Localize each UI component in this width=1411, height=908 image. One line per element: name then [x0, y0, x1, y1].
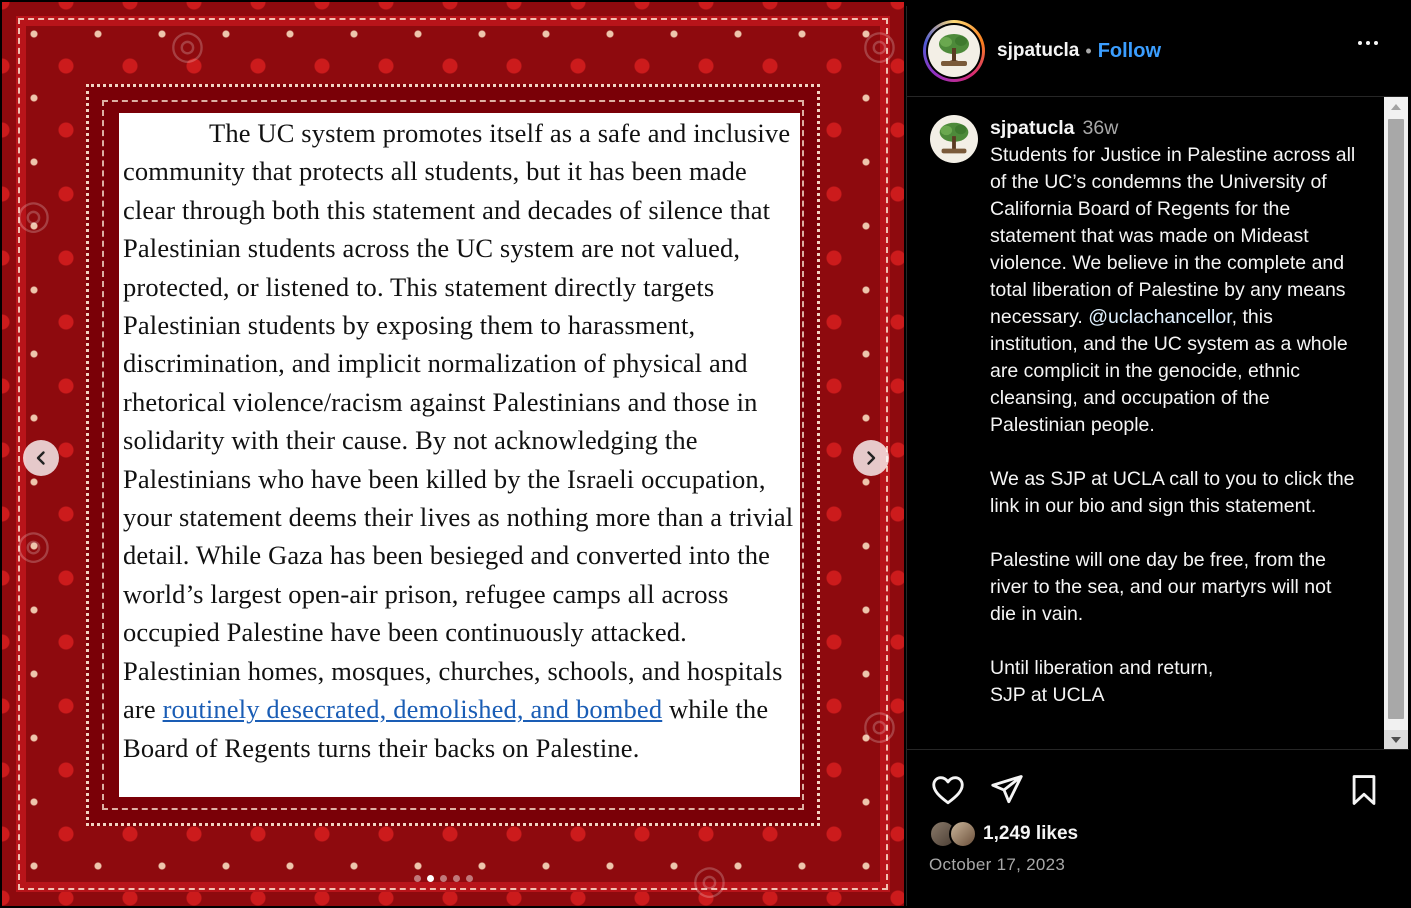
caption-paragraph-3: Palestine will one day be free, from the… — [990, 549, 1332, 625]
statement-link: routinely desecrated, demolished, and bo… — [162, 694, 663, 725]
liker-avatars — [929, 820, 977, 848]
post-actions — [929, 772, 1389, 812]
caption: sjpatucla 36w Students for Justice in Pal… — [930, 115, 1362, 709]
likes-row[interactable]: 1,249 likes — [929, 820, 1078, 848]
bookmark-icon — [1352, 775, 1376, 805]
caption-scroll-area[interactable]: sjpatucla 36w Students for Justice in Pal… — [907, 97, 1409, 750]
post-age[interactable]: 36w — [1083, 117, 1119, 139]
chevron-left-icon — [36, 451, 45, 465]
watermark-icon: ◎ — [16, 522, 51, 568]
post-header: sjpatucla • Follow — [907, 6, 1408, 97]
carousel-dot — [466, 875, 473, 882]
likes-count[interactable]: 1,249 likes — [983, 823, 1078, 845]
caption-signoff-2: SJP at UCLA — [990, 684, 1105, 706]
share-button[interactable] — [989, 772, 1025, 813]
statement-image-text: The UC system promotes itself as a safe … — [119, 113, 800, 797]
watermark-icon: ◎ — [692, 857, 727, 903]
scroll-down-arrow-icon[interactable] — [1384, 730, 1408, 749]
scroll-up-arrow-icon[interactable] — [1384, 97, 1408, 117]
heart-icon — [932, 776, 964, 805]
caption-scrollbar[interactable] — [1384, 97, 1408, 749]
carousel-dot — [414, 875, 421, 882]
tree-logo-icon — [939, 34, 969, 66]
tree-logo-icon — [939, 122, 969, 154]
like-button[interactable] — [929, 772, 967, 813]
more-options-button[interactable] — [1358, 41, 1378, 45]
separator-dot: • — [1085, 40, 1092, 61]
statement-paragraph-1: The UC system promotes itself as a safe … — [123, 118, 794, 725]
avatar — [949, 820, 977, 848]
caption-username[interactable]: sjpatucla — [990, 117, 1075, 139]
watermark-icon: ◎ — [16, 192, 51, 238]
more-horizontal-icon — [1374, 41, 1378, 45]
carousel-prev-button[interactable] — [23, 440, 59, 476]
mention-link[interactable]: @uclachancellor — [1088, 306, 1231, 328]
post-username[interactable]: sjpatucla — [997, 40, 1079, 62]
follow-button[interactable]: Follow — [1098, 40, 1161, 63]
more-horizontal-icon — [1366, 41, 1370, 45]
watermark-icon: ◎ — [170, 22, 205, 68]
caption-text-1: Students for Justice in Palestine across… — [990, 144, 1356, 328]
caption-avatar[interactable] — [930, 115, 978, 163]
caption-signoff-1: Until liberation and return, — [990, 657, 1214, 679]
carousel-dot — [453, 875, 460, 882]
post-details-panel: sjpatucla • Follow sjpatucla 36w Students… — [906, 6, 1409, 906]
post-media-carousel[interactable]: ◎ ◎ ◎ ◎ ◎ ◎ The UC system promotes itsel… — [2, 2, 904, 906]
carousel-next-button[interactable] — [853, 440, 889, 476]
scrollbar-thumb[interactable] — [1388, 119, 1404, 719]
more-horizontal-icon — [1358, 41, 1362, 45]
caption-paragraph-2: We as SJP at UCLA call to you to click t… — [990, 468, 1355, 517]
post-date[interactable]: October 17, 2023 — [929, 855, 1065, 875]
story-ring[interactable] — [923, 20, 985, 82]
save-button[interactable] — [1347, 772, 1381, 813]
carousel-dot — [440, 875, 447, 882]
watermark-icon: ◎ — [862, 22, 897, 68]
carousel-dot-active — [427, 875, 434, 882]
carousel-dots — [414, 875, 473, 882]
caption-body: sjpatucla 36w Students for Justice in Pal… — [990, 115, 1362, 709]
send-icon — [991, 775, 1023, 804]
chevron-right-icon — [867, 451, 876, 465]
avatar — [928, 25, 980, 77]
watermark-icon: ◎ — [862, 702, 897, 748]
